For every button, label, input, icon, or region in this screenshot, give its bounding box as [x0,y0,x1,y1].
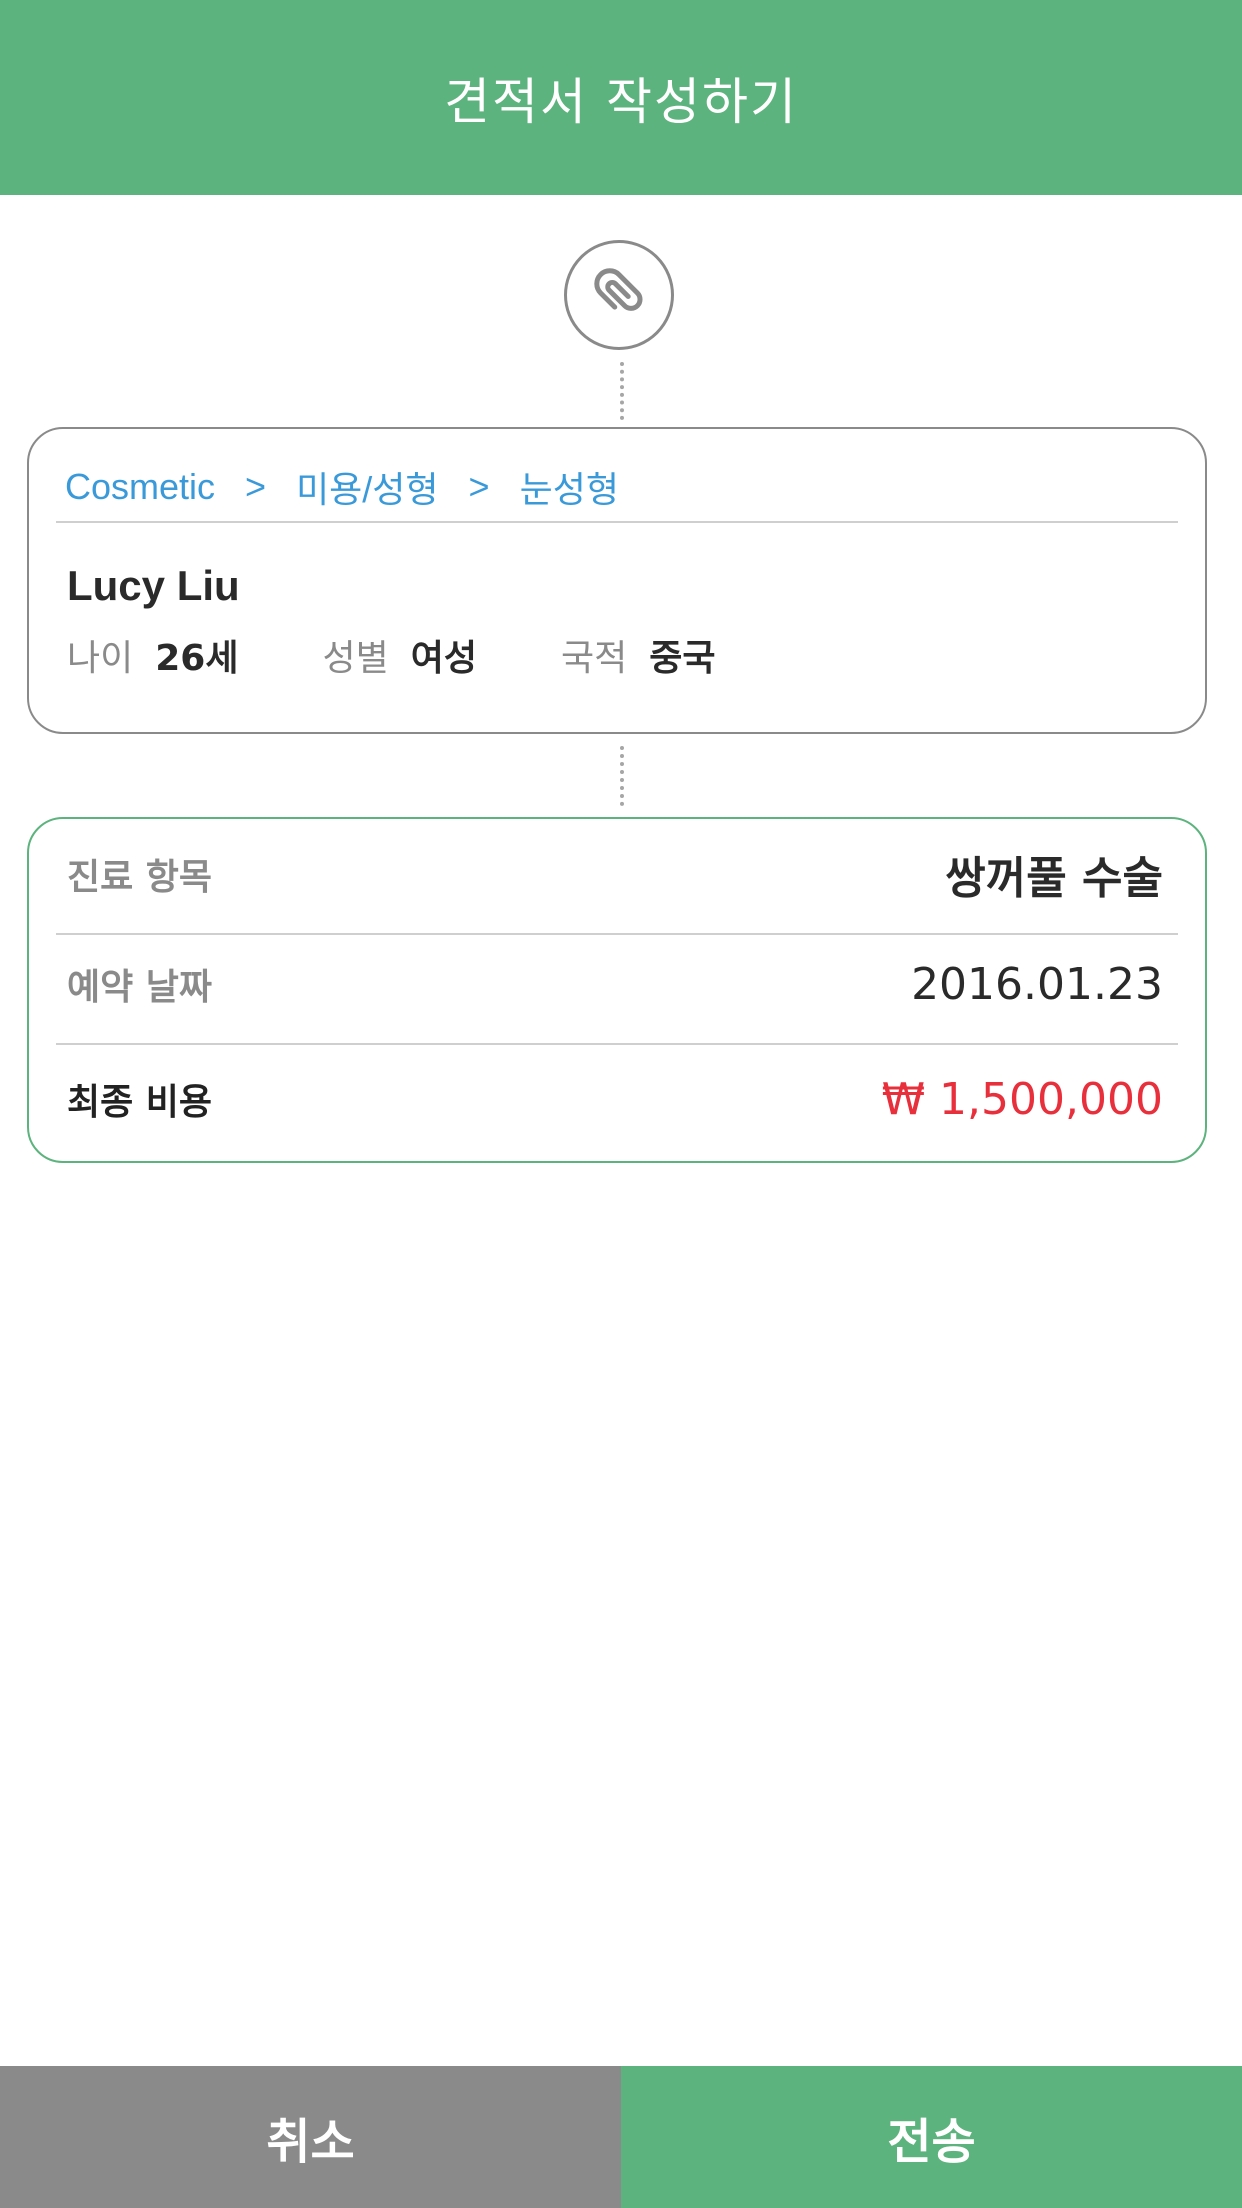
bottom-action-bar: 취소 전송 [0,2066,1242,2208]
cost-value: ₩ 1,500,000 [881,1073,1163,1125]
gender-value: 여성 [410,638,477,679]
cancel-button[interactable]: 취소 [0,2066,621,2208]
patient-info-row: 나이 26세 성별 여성 국적 중국 [67,629,715,681]
cost-row[interactable]: 최종 비용 ₩ 1,500,000 [29,1039,1205,1159]
breadcrumb-item[interactable]: Cosmetic [65,466,215,508]
quote-card: 진료 항목 쌍꺼풀 수술 예약 날짜 2016.01.23 최종 비용 ₩ 1,… [27,817,1207,1163]
breadcrumb-item[interactable]: 눈성형 [520,461,619,513]
send-button[interactable]: 전송 [621,2066,1242,2208]
page-title: 견적서 작성하기 [444,72,798,131]
date-row[interactable]: 예약 날짜 2016.01.23 [29,929,1205,1039]
treatment-row[interactable]: 진료 항목 쌍꺼풀 수술 [29,819,1205,929]
date-label: 예약 날짜 [67,967,213,1008]
patient-name: Lucy Liu [67,562,240,609]
connector-dots [620,362,624,420]
nationality-value: 중국 [649,638,716,679]
breadcrumb: Cosmetic > 미용/성형 > 눈성형 [65,457,619,517]
app-header: 견적서 작성하기 [0,0,1242,195]
date-value: 2016.01.23 [911,958,1163,1010]
paperclip-icon [584,258,654,332]
treatment-value: 쌍꺼풀 수술 [945,853,1163,904]
gender-info: 성별 여성 [322,629,477,681]
treatment-label: 진료 항목 [67,857,213,898]
divider [56,521,1178,523]
cost-label: 최종 비용 [67,1082,213,1123]
attachment-button[interactable] [564,240,674,350]
age-info: 나이 26세 [67,629,238,681]
nationality-label: 국적 [560,638,628,679]
breadcrumb-item[interactable]: 미용/성형 [296,461,438,513]
age-value: 26세 [155,638,239,679]
gender-label: 성별 [322,638,389,679]
connector-dots [620,746,624,806]
breadcrumb-separator: > [245,466,267,507]
nationality-info: 국적 중국 [561,629,716,681]
age-label: 나이 [67,638,134,679]
patient-card: Cosmetic > 미용/성형 > 눈성형 Lucy Liu 나이 26세 성… [27,427,1207,734]
breadcrumb-separator: > [468,466,490,507]
